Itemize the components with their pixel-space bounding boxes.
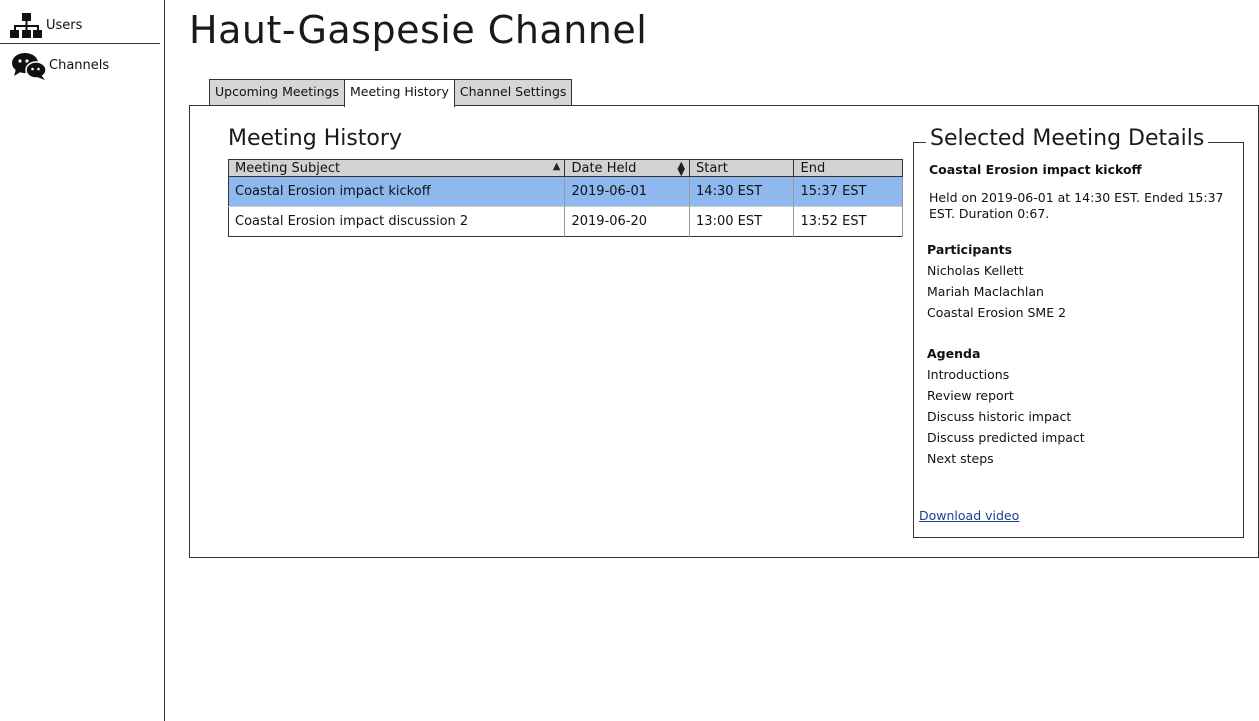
meeting-details-panel: Selected Meeting Details Coastal Erosion… [913, 126, 1244, 538]
sidebar-item-users[interactable]: Users [0, 8, 160, 44]
table-row[interactable]: Coastal Erosion impact kickoff 2019-06-0… [228, 176, 903, 207]
cell-subject: Coastal Erosion impact discussion 2 [228, 206, 566, 237]
tab-channel-settings[interactable]: Channel Settings [453, 79, 573, 106]
sidebar: Users Channels [0, 0, 165, 721]
page-title: Haut-Gaspesie Channel [189, 8, 648, 52]
participants-heading: Participants [927, 242, 1013, 257]
column-header-label: Meeting Subject [235, 160, 341, 176]
column-header-label: Date Held [571, 160, 637, 176]
sidebar-item-label: Channels [49, 58, 110, 73]
tab-bar: Upcoming Meetings Meeting History Channe… [209, 79, 573, 107]
column-header-label: Start [696, 160, 728, 176]
tab-meeting-history[interactable]: Meeting History [344, 79, 455, 107]
sort-ascending-icon: ▲ [552, 161, 561, 172]
column-header-end[interactable]: End [793, 159, 903, 177]
sort-both-icon: ▲ ▼ [677, 160, 686, 178]
sidebar-item-channels[interactable]: Channels [0, 48, 160, 84]
cell-start: 13:00 EST [689, 206, 795, 237]
cell-date: 2019-06-01 [564, 176, 691, 207]
table-header-row: Meeting Subject ▲ Date Held ▲ ▼ Start End [228, 159, 903, 178]
participant-item: Nicholas Kellett [927, 263, 1024, 278]
column-header-date[interactable]: Date Held ▲ ▼ [564, 159, 691, 178]
org-chart-icon [10, 13, 42, 43]
agenda-item: Introductions [927, 367, 1010, 382]
meeting-history-table: Meeting Subject ▲ Date Held ▲ ▼ Start End… [228, 159, 903, 237]
tab-upcoming-meetings[interactable]: Upcoming Meetings [209, 79, 345, 106]
participant-item: Mariah Maclachlan [927, 284, 1044, 299]
cell-subject: Coastal Erosion impact kickoff [228, 176, 566, 207]
table-row[interactable]: Coastal Erosion impact discussion 2 2019… [228, 206, 903, 237]
cell-date: 2019-06-20 [564, 206, 691, 237]
download-video-link[interactable]: Download video [919, 508, 1019, 523]
agenda-item: Discuss predicted impact [927, 430, 1085, 445]
agenda-heading: Agenda [927, 346, 981, 361]
participant-item: Coastal Erosion SME 2 [927, 305, 1067, 320]
agenda-item: Review report [927, 388, 1014, 403]
cell-end: 15:37 EST [793, 176, 903, 207]
agenda-item: Next steps [927, 451, 994, 466]
cell-start: 14:30 EST [689, 176, 795, 207]
chat-bubbles-icon [12, 52, 47, 84]
meeting-description: Held on 2019-06-01 at 14:30 EST. Ended 1… [929, 190, 1224, 221]
tab-panel: Meeting History Meeting Subject ▲ Date H… [189, 105, 1259, 558]
section-title: Meeting History [228, 126, 402, 151]
meeting-name: Coastal Erosion impact kickoff [929, 162, 1142, 177]
cell-end: 13:52 EST [793, 206, 903, 237]
column-header-label: End [800, 160, 826, 176]
sidebar-item-label: Users [46, 18, 83, 33]
column-header-start[interactable]: Start [689, 159, 795, 177]
details-title: Selected Meeting Details [926, 126, 1209, 151]
column-header-subject[interactable]: Meeting Subject ▲ [228, 159, 566, 177]
agenda-item: Discuss historic impact [927, 409, 1072, 424]
